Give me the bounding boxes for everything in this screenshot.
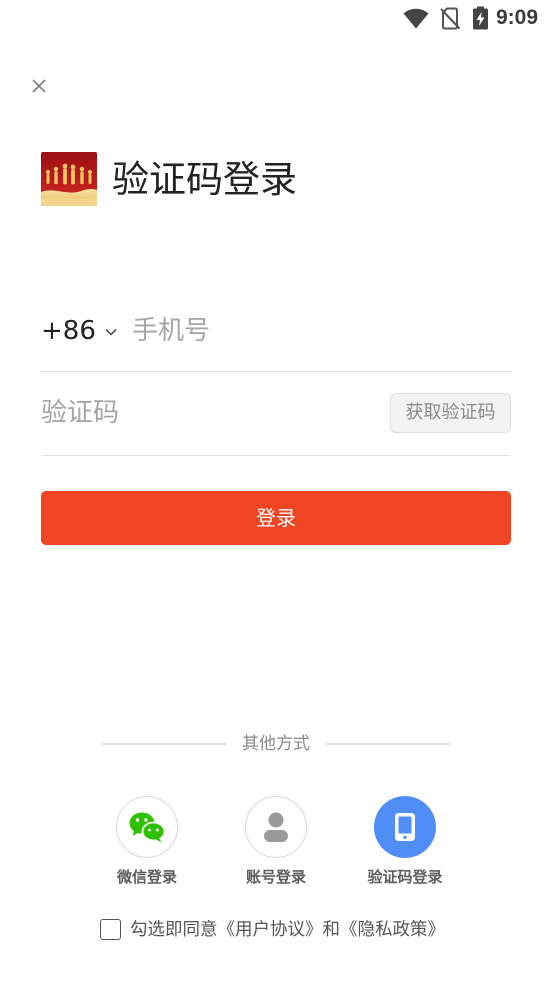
other-methods-divider-left — [102, 743, 227, 745]
phone-input[interactable] — [132, 311, 510, 351]
wechat-login-label: 微信登录 — [116, 868, 177, 886]
other-methods-divider-right — [326, 743, 450, 745]
wechat-login-option[interactable]: 微信登录 — [92, 796, 202, 887]
agreement-text: 勾选即同意《用户协议》和《隐私政策》 — [130, 918, 445, 942]
agreement-conjunction: 和 — [322, 920, 341, 940]
account-login-button[interactable] — [245, 796, 307, 858]
country-code: +86 — [41, 316, 96, 346]
account-login-option[interactable]: 账号登录 — [221, 796, 331, 887]
user-icon — [264, 812, 288, 842]
get-code-button[interactable]: 获取验证码 — [390, 393, 511, 433]
verification-code-input[interactable] — [41, 393, 381, 433]
wifi-icon — [403, 8, 429, 33]
battery-charging-icon — [472, 6, 489, 34]
status-time: 9:09 — [496, 6, 539, 29]
app-logo — [41, 152, 97, 206]
phone-divider — [41, 371, 511, 372]
country-code-selector[interactable]: +86 — [41, 313, 117, 349]
chevron-down-icon — [105, 328, 117, 336]
close-icon — [32, 79, 46, 93]
other-methods-title: 其他方式 — [242, 734, 310, 754]
close-button[interactable] — [28, 75, 50, 97]
wechat-icon — [129, 812, 166, 842]
user-agreement-link[interactable]: 《用户协议》 — [218, 920, 323, 940]
page-title: 验证码登录 — [112, 158, 297, 201]
wechat-login-button[interactable] — [116, 796, 178, 858]
agreement-checkbox[interactable] — [100, 919, 121, 940]
phone-icon — [395, 813, 415, 841]
login-button[interactable]: 登录 — [41, 491, 511, 545]
code-login-label: 验证码登录 — [367, 868, 443, 886]
account-login-label: 账号登录 — [245, 868, 306, 886]
code-login-button[interactable] — [374, 796, 436, 858]
code-divider — [41, 455, 511, 456]
no-sim-icon — [440, 7, 461, 34]
privacy-policy-link[interactable]: 《隐私政策》 — [340, 920, 445, 940]
code-login-option[interactable]: 验证码登录 — [350, 796, 460, 887]
agreement-prefix: 勾选即同意 — [130, 920, 218, 940]
